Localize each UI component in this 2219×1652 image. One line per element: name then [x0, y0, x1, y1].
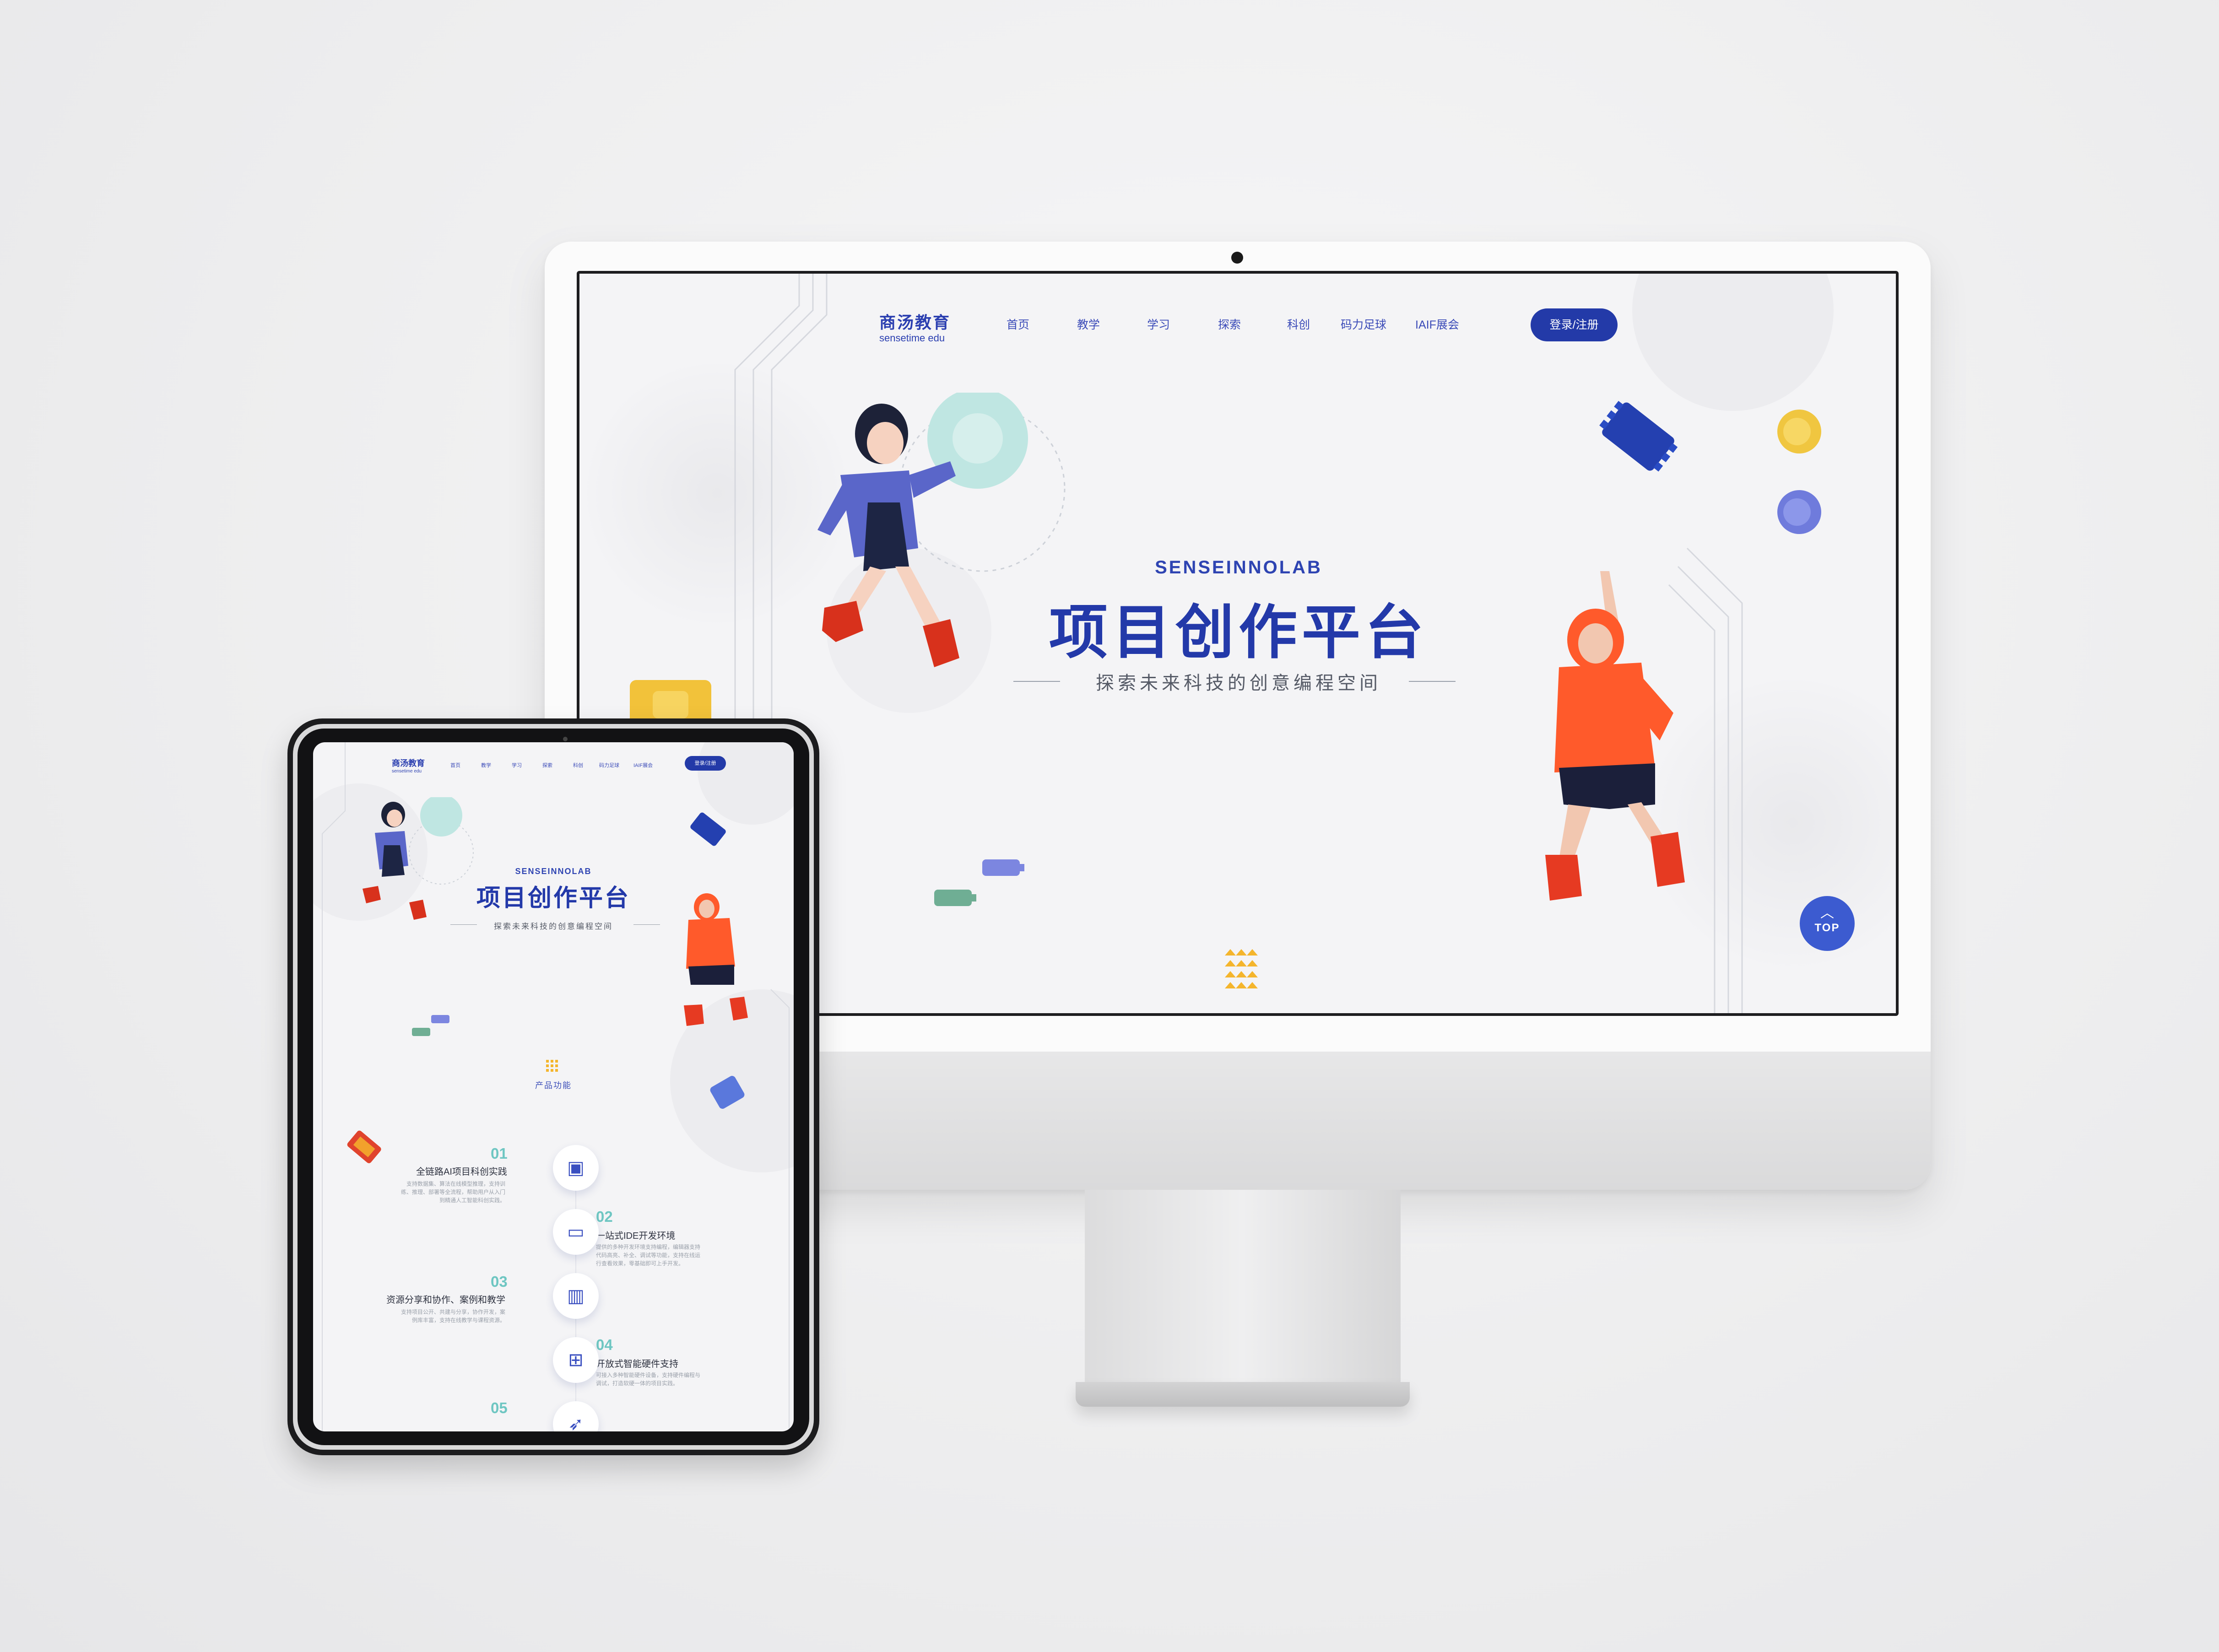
purple-coin-icon	[1777, 490, 1821, 534]
tablet-nav-code-football[interactable]: 码力足球	[599, 761, 619, 769]
nav-innovation[interactable]: 科创	[1287, 316, 1310, 332]
nav-teaching[interactable]: 教学	[1077, 316, 1100, 332]
tablet-nav-home[interactable]: 首页	[450, 761, 460, 769]
tablet-hero-kicker: SENSEINNOLAB	[515, 867, 592, 876]
feature-1-description: 支持数据集、算法在线模型推理，支持训练、推理、部署等全流程，帮助用户从入门到精通…	[401, 1181, 505, 1204]
tablet-blue-keypad-icon	[710, 1076, 745, 1109]
tablet-nav-teaching[interactable]: 教学	[481, 761, 491, 769]
tablet-red-chip-icon	[347, 1130, 381, 1163]
section-grid-icon	[546, 1060, 558, 1072]
tablet-boy-character-illustration	[684, 893, 748, 1026]
ipad-device: 商汤教育 sensetime edu 首页 教学 学习 探索 科创 码力足球 I…	[287, 718, 819, 1455]
tablet-purple-battery-icon	[431, 1015, 449, 1023]
tablet-nav-explore[interactable]: 探索	[542, 761, 552, 769]
feature-2-title: 一站式IDE开发环境	[596, 1231, 676, 1241]
camera-dot	[1231, 252, 1243, 264]
nav-iaif-expo[interactable]: IAIF展会	[1415, 316, 1459, 332]
tablet-girl-character-illustration	[363, 797, 462, 920]
feature-4-description: 可接入多种智能硬件设备，支持硬件编程与调试，打造软硬一体的项目实践。	[596, 1372, 701, 1387]
nav-code-football[interactable]: 码力足球	[1341, 316, 1386, 332]
girl-character-illustration	[817, 393, 1028, 667]
logo-chinese: 商汤教育	[879, 313, 951, 332]
tagline-right-rule	[1409, 681, 1456, 682]
login-register-button[interactable]: 登录/注册	[1531, 308, 1618, 341]
logo-english: sensetime edu	[879, 332, 945, 344]
hero-kicker: SENSEINNOLAB	[1155, 557, 1322, 578]
tablet-blue-chip-icon	[690, 812, 726, 846]
back-to-top-button[interactable]: ︿ TOP	[1800, 896, 1855, 951]
tablet-tagline-right-rule	[633, 924, 660, 925]
tablet-webpage: 商汤教育 sensetime edu 首页 教学 学习 探索 科创 码力足球 I…	[313, 742, 794, 1431]
feature-1-title: 全链路AI项目科创实践	[416, 1167, 507, 1177]
tablet-hero-tagline: 探索未来科技的创意编程空间	[494, 922, 613, 931]
yellow-triangle-grid-icon	[1225, 949, 1258, 988]
tablet-green-battery-icon	[412, 1028, 430, 1036]
nav-explore[interactable]: 探索	[1218, 316, 1241, 332]
calculator-icon: ⊞	[553, 1337, 599, 1383]
feature-4-title: 开放式智能硬件支持	[596, 1359, 678, 1369]
ipad-camera-dot	[563, 737, 568, 741]
nav-learning[interactable]: 学习	[1147, 316, 1170, 332]
brand-logo[interactable]: 商汤教育 sensetime edu	[879, 309, 953, 344]
tablet-nav-learning[interactable]: 学习	[512, 761, 522, 769]
laptop-icon: ▭	[553, 1209, 599, 1255]
feature-3-title: 资源分享和协作、案例和教学	[386, 1295, 505, 1305]
chevron-up-icon: ︿	[1820, 906, 1834, 921]
boy-character-illustration	[1545, 571, 1685, 901]
feature-1-number: 01	[491, 1145, 508, 1162]
feature-2-description: 提供的多种开发环境支持编程，编辑器支持代码高亮、补全、调试等功能，支持在线运行查…	[596, 1244, 701, 1267]
green-battery-icon	[934, 890, 976, 906]
hero-tagline: 探索未来科技的创意编程空间	[1096, 673, 1381, 693]
tablet-login-register-button[interactable]: 登录/注册	[685, 756, 726, 771]
feature-3-description: 支持项目公开、共建与分享，协作开发，案例库丰富，支持在线教学与课程资源。	[401, 1309, 505, 1323]
imac-stand-base	[1076, 1382, 1410, 1407]
tablet-logo-chinese: 商汤教育	[392, 759, 425, 768]
chip-icon: ▣	[553, 1145, 599, 1191]
nav-home[interactable]: 首页	[1007, 316, 1029, 332]
product-features-heading: 产品功能	[535, 1081, 572, 1090]
feature-2-number: 02	[596, 1208, 613, 1225]
feature-3-number: 03	[491, 1273, 508, 1290]
feature-4-number: 04	[596, 1336, 613, 1353]
imac-stand	[1085, 1190, 1401, 1382]
tablet-nav-innovation[interactable]: 科创	[573, 761, 583, 769]
feature-5-number: 05	[491, 1399, 508, 1416]
tablet-logo-english: sensetime edu	[392, 769, 422, 774]
tablet-brand-logo[interactable]: 商汤教育 sensetime edu	[392, 757, 425, 774]
tablet-nav-iaif-expo[interactable]: IAIF展会	[633, 761, 653, 769]
book-icon: ▥	[553, 1273, 599, 1319]
tablet-hero-title: 项目创作平台	[476, 885, 630, 912]
purple-battery-icon	[982, 859, 1024, 876]
yellow-coin-icon	[1777, 410, 1821, 453]
blue-chip-icon	[1599, 400, 1678, 472]
top-label: TOP	[1814, 922, 1840, 934]
